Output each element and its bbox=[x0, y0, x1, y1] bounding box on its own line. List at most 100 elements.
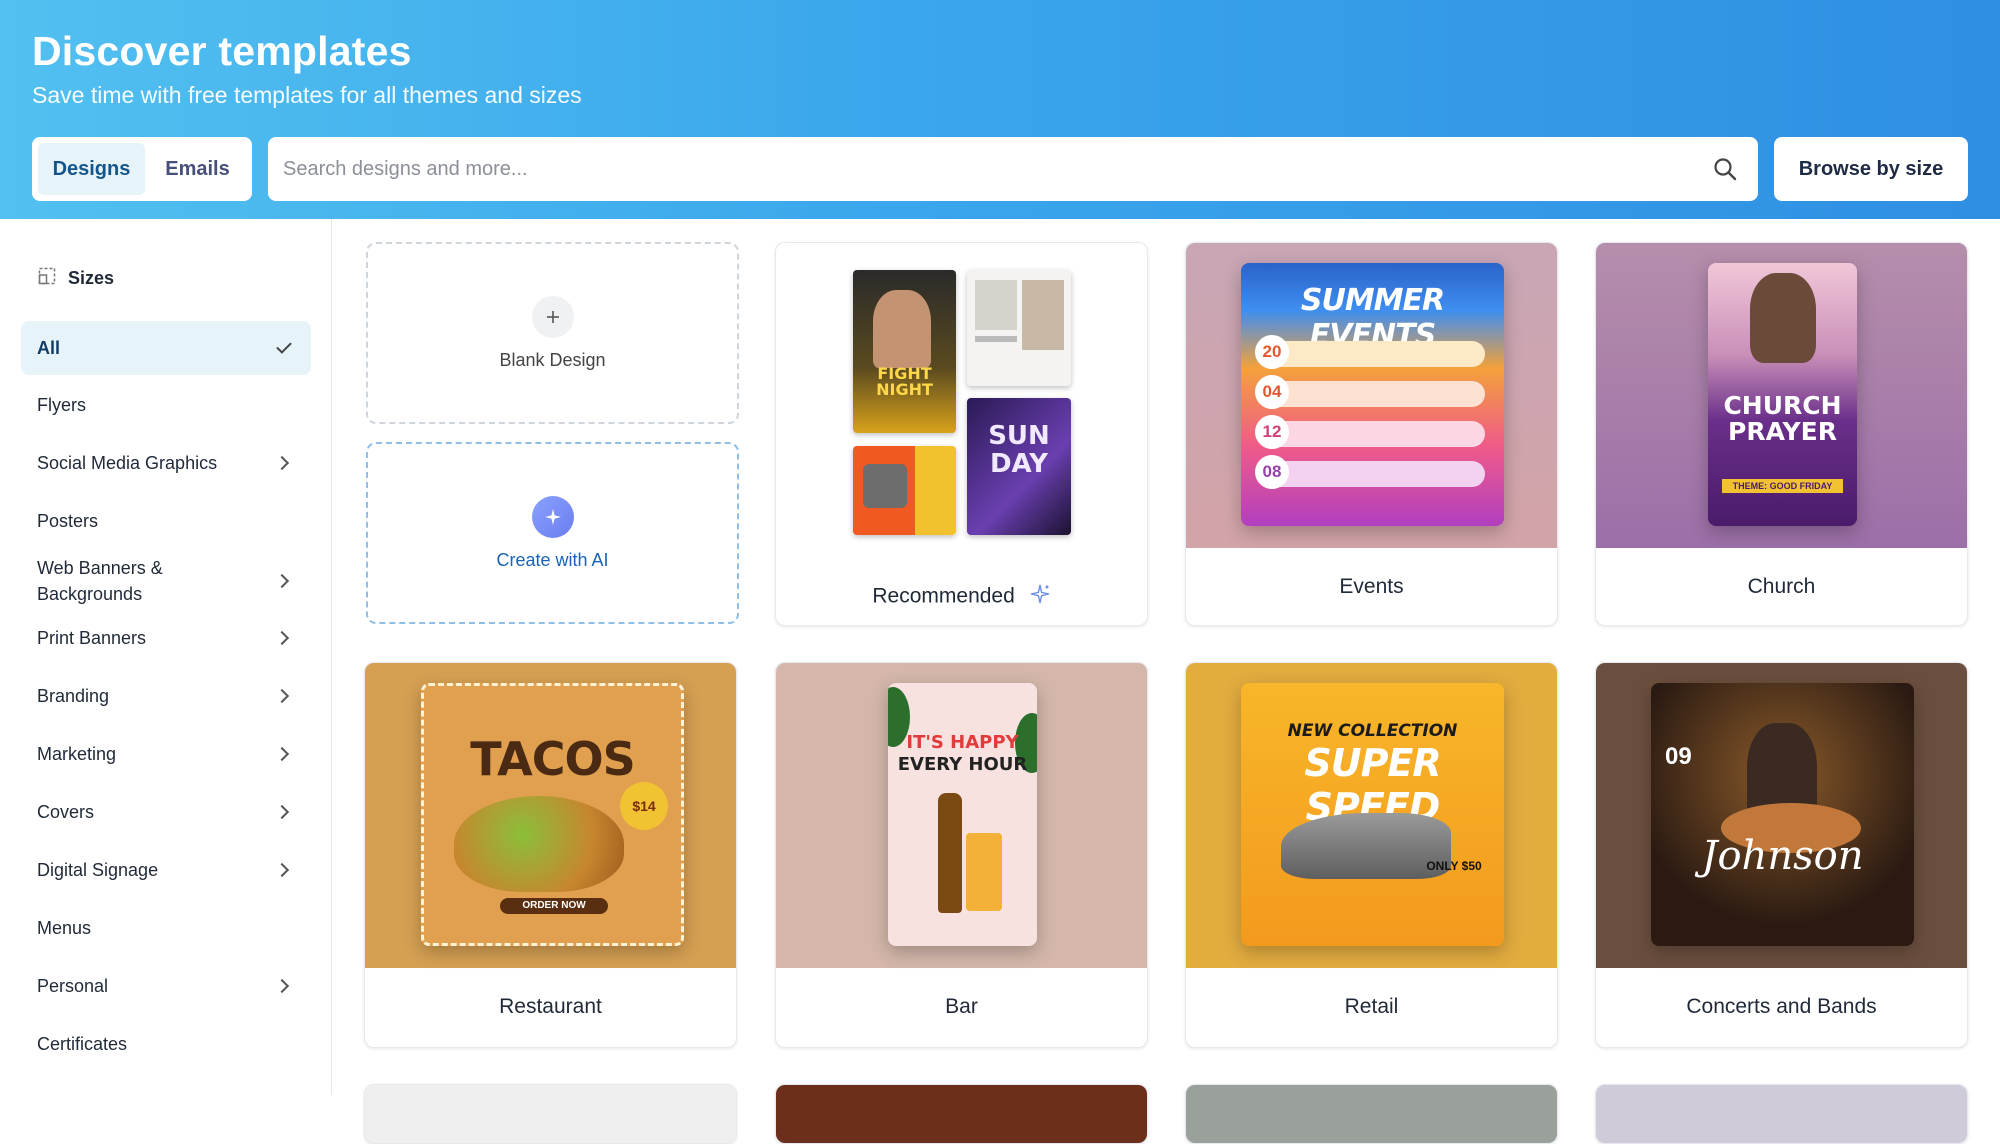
create-with-ai-label: Create with AI bbox=[496, 550, 609, 570]
card-label: Events bbox=[1339, 575, 1404, 598]
chevron-right-icon bbox=[274, 630, 290, 646]
sidebar-item-label: Web Banners & Backgrounds bbox=[37, 558, 163, 604]
concert-poster: Johnson 09 bbox=[1651, 683, 1914, 946]
sidebar-item-label: Menus bbox=[37, 917, 92, 938]
church-poster: CHURCH PRAYER THEME: GOOD FRIDAY bbox=[1708, 263, 1857, 526]
sizes-heading: Sizes bbox=[38, 267, 114, 290]
card-label: Restaurant bbox=[499, 995, 602, 1018]
category-card-bar[interactable]: IT'S HAPPY EVERY HOUR Bar bbox=[775, 662, 1148, 1048]
card-label: Recommended bbox=[776, 583, 1147, 611]
retail-poster-price: ONLY $50 bbox=[1426, 859, 1482, 873]
events-date: 08 bbox=[1255, 455, 1289, 489]
sidebar-item-posters[interactable]: Posters bbox=[21, 494, 311, 548]
sidebar-item-label: Posters bbox=[37, 510, 99, 531]
category-card-concerts-and-bands[interactable]: Johnson 09 Concerts and Bands bbox=[1595, 662, 1968, 1048]
church-poster-title2: PRAYER bbox=[1728, 417, 1837, 446]
sidebar-item-branding[interactable]: Branding bbox=[21, 669, 311, 723]
blank-design-button[interactable]: Blank Design bbox=[366, 242, 739, 424]
sidebar-item-label: Personal bbox=[37, 975, 109, 996]
sidebar-item-label: Covers bbox=[37, 801, 95, 822]
sidebar-item-print-banners[interactable]: Print Banners bbox=[21, 611, 311, 665]
sparkle-icon bbox=[531, 496, 574, 538]
church-poster-theme: THEME: GOOD FRIDAY bbox=[1722, 479, 1843, 493]
chevron-right-icon bbox=[274, 688, 290, 704]
checkmark-icon bbox=[276, 337, 292, 354]
page-title: Discover templates bbox=[32, 28, 412, 74]
card-label: Retail bbox=[1344, 995, 1399, 1018]
sidebar-item-label: Certificates bbox=[37, 1033, 128, 1054]
sidebar-item-personal[interactable]: Personal bbox=[21, 959, 311, 1013]
retail-thumbnail: NEW COLLECTION SUPER SPEED ONLY $50 bbox=[1186, 663, 1557, 968]
tab-emails[interactable]: Emails bbox=[149, 143, 246, 195]
sidebar-item-label: Branding bbox=[37, 685, 110, 706]
category-card-church[interactable]: CHURCH PRAYER THEME: GOOD FRIDAY Church bbox=[1595, 242, 1968, 626]
concert-poster-title: Johnson bbox=[1701, 833, 1864, 879]
bar-poster-line2: EVERY HOUR bbox=[897, 754, 1028, 775]
retail-poster: NEW COLLECTION SUPER SPEED ONLY $50 bbox=[1241, 683, 1504, 946]
chevron-right-icon bbox=[274, 573, 290, 589]
recommended-thumbnail: FIGHT NIGHT SUN DAY bbox=[776, 243, 1147, 548]
designs-emails-toggle: Designs Emails bbox=[32, 137, 252, 201]
sidebar-item-label: Print Banners bbox=[37, 627, 147, 648]
chevron-right-icon bbox=[274, 455, 290, 471]
card-label: Bar bbox=[945, 995, 978, 1018]
sidebar-item-marketing[interactable]: Marketing bbox=[21, 727, 311, 781]
category-card-partial[interactable] bbox=[364, 1084, 737, 1144]
concert-poster-date: 09 bbox=[1665, 743, 1692, 770]
sidebar-item-all[interactable]: All bbox=[21, 321, 311, 375]
category-card-partial[interactable] bbox=[775, 1084, 1148, 1144]
sizes-title: Sizes bbox=[68, 268, 115, 288]
church-poster-title1: CHURCH bbox=[1723, 391, 1842, 420]
bar-poster-line1: IT'S HAPPY bbox=[906, 732, 1019, 753]
sale-preview bbox=[853, 446, 956, 535]
search-bar bbox=[268, 137, 1758, 201]
recommended-label: Recommended bbox=[872, 584, 1015, 608]
sidebar-item-flyers[interactable]: Flyers bbox=[21, 378, 311, 432]
create-with-ai-button[interactable]: Create with AI bbox=[366, 442, 739, 624]
browse-by-size-button[interactable]: Browse by size bbox=[1774, 137, 1968, 201]
sidebar-item-web-banners[interactable]: Web Banners & Backgrounds bbox=[21, 551, 311, 611]
header-banner: Discover templates Save time with free t… bbox=[0, 0, 2000, 219]
tab-designs[interactable]: Designs bbox=[38, 143, 145, 195]
retail-poster-line1: NEW COLLECTION bbox=[1287, 721, 1458, 741]
category-card-partial[interactable] bbox=[1595, 1084, 1968, 1144]
church-thumbnail: CHURCH PRAYER THEME: GOOD FRIDAY bbox=[1596, 243, 1967, 548]
restaurant-poster: TACOS $14 ORDER NOW bbox=[421, 683, 684, 946]
sidebar-item-label: Digital Signage bbox=[37, 859, 159, 880]
category-card-recommended[interactable]: FIGHT NIGHT SUN DAY Recommended bbox=[775, 242, 1148, 626]
restaurant-poster-price: $14 bbox=[620, 782, 668, 830]
apartment-preview bbox=[967, 270, 1071, 386]
sidebar-item-social-media-graphics[interactable]: Social Media Graphics bbox=[21, 436, 311, 490]
sidebar-item-covers[interactable]: Covers bbox=[21, 785, 311, 839]
restaurant-thumbnail: TACOS $14 ORDER NOW bbox=[365, 663, 736, 968]
chevron-right-icon bbox=[274, 862, 290, 878]
category-card-retail[interactable]: NEW COLLECTION SUPER SPEED ONLY $50 Reta… bbox=[1185, 662, 1558, 1048]
search-icon[interactable] bbox=[1712, 156, 1738, 182]
chevron-right-icon bbox=[274, 978, 290, 994]
events-date: 20 bbox=[1255, 335, 1289, 369]
events-poster: SUMMER EVENTS 20 04 12 08 bbox=[1241, 263, 1504, 526]
events-date: 04 bbox=[1255, 375, 1289, 409]
sunday-text: SUN DAY bbox=[988, 421, 1050, 479]
sidebar-item-certificates[interactable]: Certificates bbox=[21, 1017, 311, 1071]
sizes-icon bbox=[38, 267, 56, 290]
sidebar-item-label: All bbox=[37, 337, 61, 358]
category-card-restaurant[interactable]: TACOS $14 ORDER NOW Restaurant bbox=[364, 662, 737, 1048]
category-card-partial[interactable] bbox=[1185, 1084, 1558, 1144]
bar-thumbnail: IT'S HAPPY EVERY HOUR bbox=[776, 663, 1147, 968]
bar-poster: IT'S HAPPY EVERY HOUR bbox=[888, 683, 1037, 946]
sidebar-item-label: Social Media Graphics bbox=[37, 452, 218, 473]
fight-night-text: FIGHT NIGHT bbox=[876, 364, 933, 399]
events-thumbnail: SUMMER EVENTS 20 04 12 08 bbox=[1186, 243, 1557, 548]
sidebar-item-digital-signage[interactable]: Digital Signage bbox=[21, 843, 311, 897]
chevron-right-icon bbox=[274, 804, 290, 820]
search-input[interactable] bbox=[283, 157, 1712, 181]
events-date: 12 bbox=[1255, 415, 1289, 449]
sidebar-item-menus[interactable]: Menus bbox=[21, 901, 311, 955]
fight-night-preview: FIGHT NIGHT bbox=[853, 270, 956, 433]
card-label: Concerts and Bands bbox=[1686, 995, 1877, 1018]
sparkle-icon bbox=[1029, 583, 1051, 611]
category-card-events[interactable]: SUMMER EVENTS 20 04 12 08 Events bbox=[1185, 242, 1558, 626]
sunday-preview: SUN DAY bbox=[967, 398, 1071, 535]
sidebar-item-label: Flyers bbox=[37, 394, 86, 415]
